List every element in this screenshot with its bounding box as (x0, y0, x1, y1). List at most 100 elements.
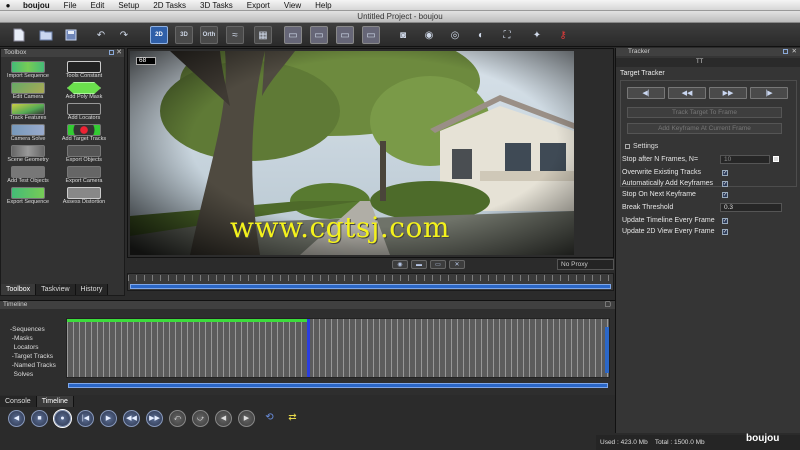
tool-camera-solve[interactable]: Camera Solve (4, 124, 52, 144)
track-forward-one-button[interactable]: |▶ (750, 87, 788, 99)
timeline-scrollbar[interactable] (66, 381, 610, 392)
video-frame[interactable]: 68 www.cgtsj.com (130, 51, 574, 255)
overwrite-checkbox[interactable]: ✓ (722, 170, 728, 176)
undo-icon[interactable]: ↶ (92, 26, 110, 44)
jump-start-icon[interactable]: ⤺ (169, 410, 186, 427)
timeline-vscroll[interactable] (605, 327, 609, 373)
redo-icon[interactable]: ↷ (115, 26, 133, 44)
track-masks[interactable]: -Masks (10, 334, 56, 343)
film-strip-icon-3[interactable]: ▭ (336, 26, 354, 44)
view-orth-button[interactable]: Orth (200, 26, 218, 44)
viewer-scrubber[interactable] (127, 273, 614, 291)
camera-move-icon[interactable]: ◉ (420, 26, 438, 44)
dock-icon[interactable] (783, 49, 788, 54)
play-reverse-icon[interactable]: ◀ (8, 410, 25, 427)
film-strip-icon-1[interactable]: ▭ (284, 26, 302, 44)
camera-icon[interactable]: ◙ (394, 26, 412, 44)
next-key-icon[interactable]: ▶ (238, 410, 255, 427)
tool-add-test-objects[interactable]: Add Test Objects (4, 166, 52, 186)
stop-after-checkbox[interactable] (773, 156, 779, 162)
fast-forward-icon[interactable]: ▶▶ (146, 410, 163, 427)
maximize-view-icon[interactable]: ▭ (430, 260, 446, 269)
prev-key-icon[interactable]: ◀ (215, 410, 232, 427)
jump-end-icon[interactable]: ⤻ (192, 410, 209, 427)
tool-add-poly-mask[interactable]: Add Poly Mask (60, 82, 108, 102)
track-named-tracks[interactable]: -Named Tracks (10, 361, 56, 370)
dock-icon[interactable]: ▢ (604, 301, 611, 309)
apple-icon[interactable]: ● (0, 1, 16, 10)
tool-track-features[interactable]: Track Features (4, 103, 52, 123)
wand-icon[interactable]: ✦ (528, 26, 546, 44)
scrub-range-bar[interactable] (130, 284, 611, 289)
track-target-to-frame-button[interactable]: Track Target To Frame (627, 107, 782, 118)
tool-add-target-tracks[interactable]: Add Target Tracks (60, 124, 108, 144)
save-icon[interactable] (62, 26, 80, 44)
track-sequences[interactable]: -Sequences (10, 325, 56, 334)
rewind-icon[interactable]: ◀◀ (123, 410, 140, 427)
view-toggle-icon[interactable]: ◉ (392, 260, 408, 269)
menu-3d-tasks[interactable]: 3D Tasks (193, 1, 240, 10)
stop-after-input[interactable]: 10 (720, 155, 770, 164)
update-timeline-checkbox[interactable]: ✓ (722, 218, 728, 224)
close-icon[interactable]: ✕ (116, 49, 122, 57)
menu-setup[interactable]: Setup (111, 1, 146, 10)
tab-console[interactable]: Console (0, 396, 37, 407)
film-strip-icon-4[interactable]: ▭ (362, 26, 380, 44)
menu-2d-tasks[interactable]: 2D Tasks (146, 1, 193, 10)
tool-add-locators[interactable]: Add Locators (60, 103, 108, 123)
timeline-area[interactable] (66, 318, 610, 378)
tab-taskview[interactable]: Taskview (36, 284, 76, 295)
camera-rotate-icon[interactable]: ◎ (446, 26, 464, 44)
auto-keyframes-checkbox[interactable]: ✓ (722, 181, 728, 187)
proxy-select[interactable]: No Proxy (557, 259, 614, 270)
update-2d-checkbox[interactable]: ✓ (722, 229, 728, 235)
play-forward-icon[interactable]: ▶ (100, 410, 117, 427)
timeline-cursor[interactable] (307, 319, 310, 377)
layout-grid-icon[interactable]: ▦ (254, 26, 272, 44)
loop-icon[interactable]: ⟲ (261, 410, 278, 427)
close-icon[interactable]: ✕ (792, 48, 797, 56)
stop-next-keyframe-checkbox[interactable]: ✓ (722, 192, 728, 198)
tool-edit-camera[interactable]: Edit Camera (4, 82, 52, 102)
timeline-range-bar[interactable] (68, 383, 608, 388)
tool-export-objects[interactable]: Export Objects (60, 145, 108, 165)
dock-icon[interactable] (109, 50, 114, 55)
menu-export[interactable]: Export (240, 1, 277, 10)
menu-file[interactable]: File (57, 1, 84, 10)
tab-toolbox[interactable]: Toolbox (1, 284, 37, 295)
track-back-one-button[interactable]: ◀| (627, 87, 665, 99)
add-keyframe-button[interactable]: Add Keyframe At Current Frame (627, 123, 782, 134)
view-2d-button[interactable]: 2D (150, 26, 168, 44)
stop-icon[interactable]: ■ (31, 410, 48, 427)
tab-timeline[interactable]: Timeline (36, 396, 74, 407)
tool-assess-distortion[interactable]: Assess Distortion (60, 187, 108, 207)
tool-tools-constant[interactable]: Tools Constant (60, 61, 108, 81)
menu-help[interactable]: Help (308, 1, 338, 10)
tool-export-camera[interactable]: Export Camera (60, 166, 108, 186)
tracker-subtab[interactable]: TT (616, 58, 800, 67)
key-icon[interactable]: ⚷ (554, 26, 572, 44)
view-3d-button[interactable]: 3D (175, 26, 193, 44)
graph-view-icon[interactable]: ≈ (226, 26, 244, 44)
tool-import-sequence[interactable]: Import Sequence (4, 61, 52, 81)
tool-export-sequence[interactable]: Export Sequence (4, 187, 52, 207)
ping-pong-icon[interactable]: ⇄ (284, 410, 301, 427)
track-solves[interactable]: Solves (10, 370, 56, 379)
tab-history[interactable]: History (75, 284, 109, 295)
record-icon[interactable]: ● (53, 409, 72, 428)
film-strip-icon-2[interactable]: ▭ (310, 26, 328, 44)
tools-icon[interactable]: ✕ (449, 260, 465, 269)
settings-section[interactable]: Settings (625, 143, 658, 150)
open-folder-icon[interactable] (37, 26, 55, 44)
track-target-tracks[interactable]: -Target Tracks (10, 352, 56, 361)
track-locators[interactable]: Locators (10, 343, 56, 352)
menu-view[interactable]: View (277, 1, 308, 10)
minimize-view-icon[interactable]: ▬ (411, 260, 427, 269)
frame-fit-icon[interactable]: ⛶ (498, 26, 516, 44)
track-forward-button[interactable]: ▶▶ (709, 87, 747, 99)
step-back-icon[interactable]: |◀ (77, 410, 94, 427)
tool-scene-geometry[interactable]: Scene Geometry (4, 145, 52, 165)
track-back-button[interactable]: ◀◀ (668, 87, 706, 99)
menu-edit[interactable]: Edit (84, 1, 112, 10)
break-threshold-input[interactable]: 0.3 (720, 203, 782, 212)
